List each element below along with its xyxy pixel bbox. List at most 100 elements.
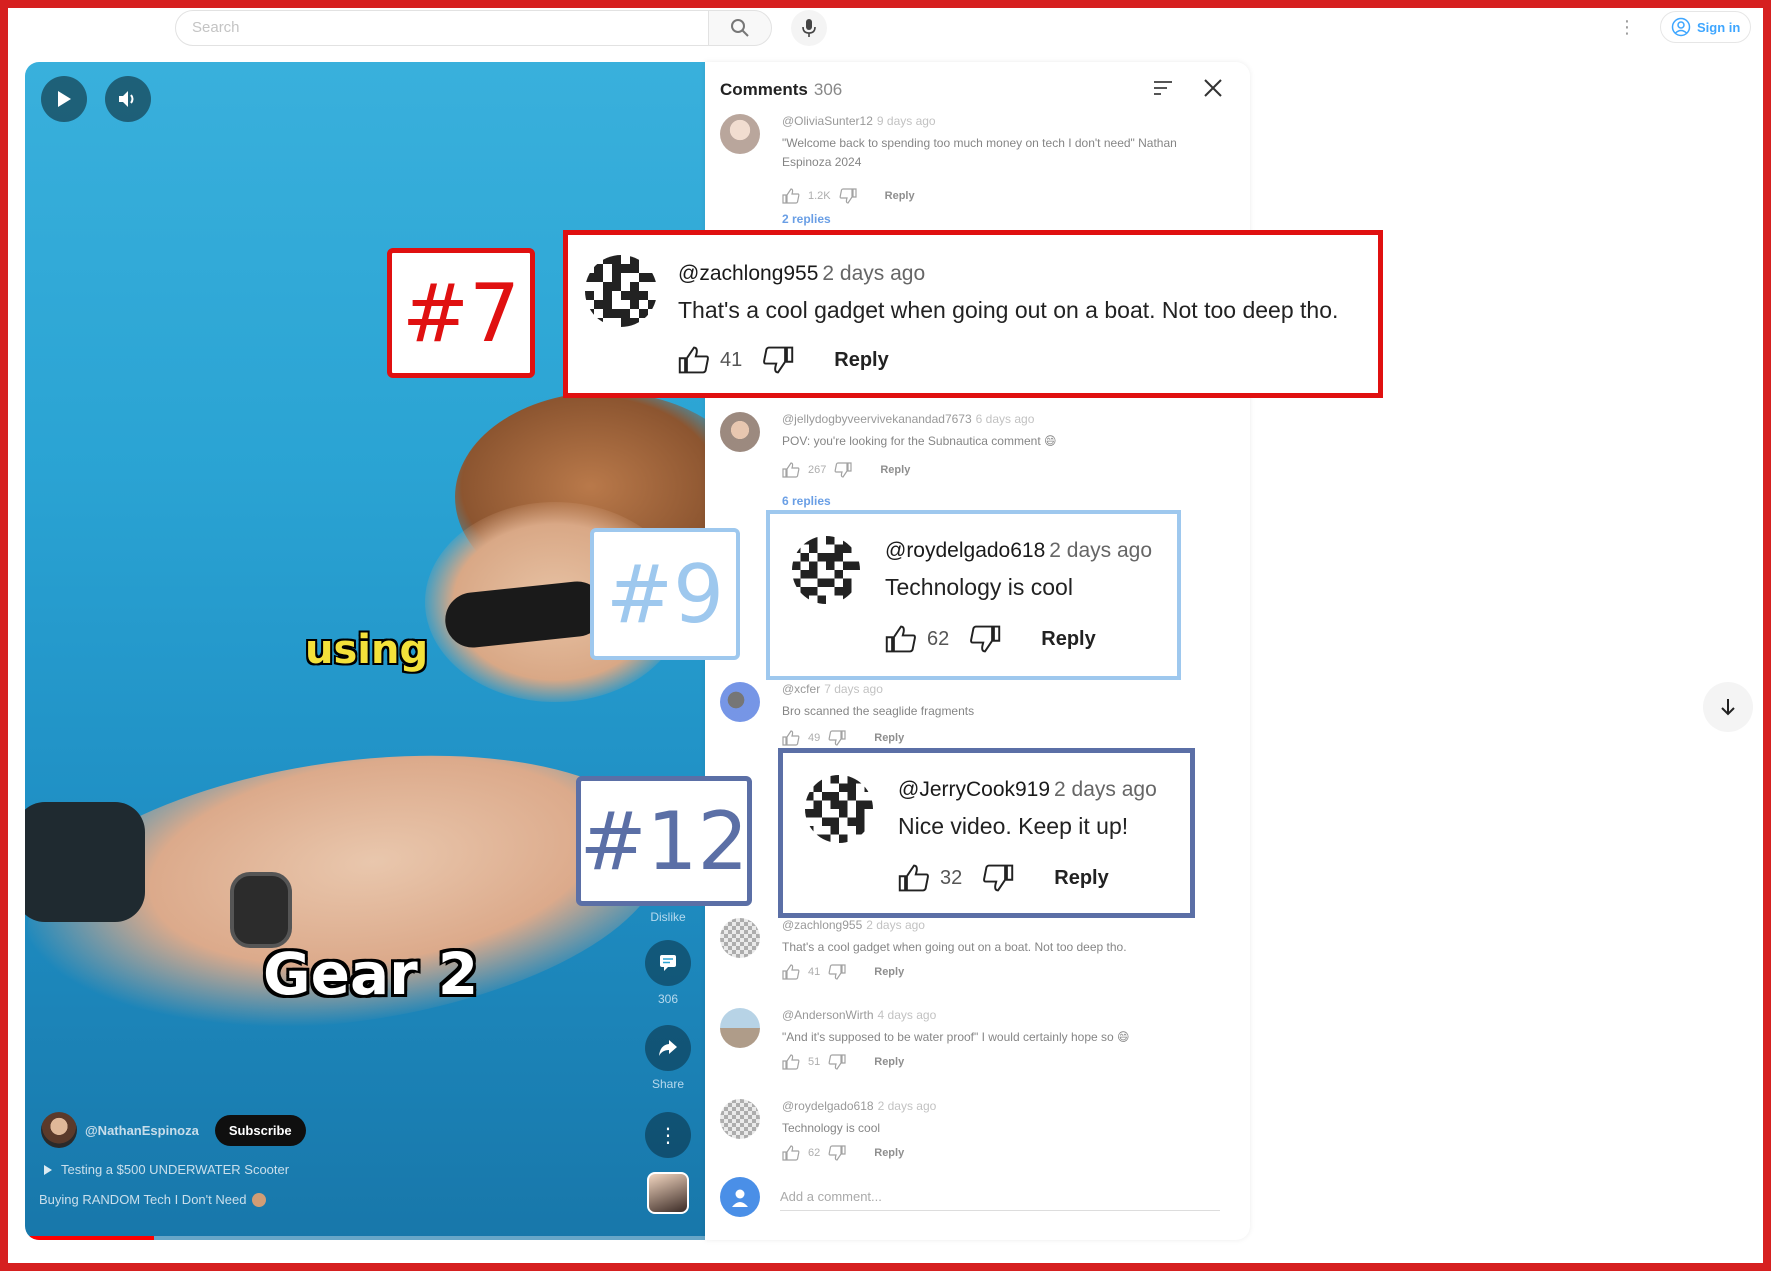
comment-text: "Welcome back to spending too much money… (782, 136, 1177, 169)
like-icon[interactable] (782, 964, 800, 980)
comment-actions: 41 Reply (678, 345, 889, 375)
reply-button[interactable]: Reply (1041, 628, 1095, 651)
search-button[interactable] (708, 10, 772, 46)
comment-avatar[interactable] (720, 1008, 760, 1048)
video-title-text: Buying RANDOM Tech I Don't Need (39, 1192, 247, 1207)
reply-button[interactable]: Reply (874, 732, 904, 744)
dislike-icon[interactable] (828, 1145, 846, 1161)
volume-icon (119, 91, 134, 107)
comment-time: 2 days ago (866, 918, 925, 932)
comment-author[interactable]: @roydelgado618 (782, 1099, 874, 1113)
emoji-icon (252, 1192, 267, 1207)
close-icon[interactable] (1201, 76, 1225, 100)
channel-row: @NathanEspinoza Subscribe (41, 1112, 306, 1148)
comment-author[interactable]: @JerryCook919 (898, 778, 1050, 801)
reply-button[interactable]: Reply (880, 464, 910, 476)
comment-avatar[interactable] (720, 1099, 760, 1139)
comment-author[interactable]: @AndersonWirth (782, 1008, 874, 1022)
comment-avatar[interactable] (720, 114, 760, 154)
view-replies-button[interactable]: 2 replies (782, 212, 831, 226)
comment-actions: 62 Reply (885, 624, 1096, 654)
comment-author[interactable]: @OliviaSunter12 (782, 114, 873, 128)
dislike-icon[interactable] (834, 462, 852, 478)
comment-avatar[interactable] (585, 255, 657, 327)
comment-avatar[interactable] (720, 412, 760, 452)
play-button[interactable] (41, 76, 87, 122)
more-actions-rail-item[interactable]: ⋮ (643, 1112, 693, 1158)
reply-button[interactable]: Reply (885, 190, 915, 202)
rank-badge-label: #9 (606, 547, 724, 641)
subscribe-button[interactable]: Subscribe (214, 1114, 306, 1146)
comment-author[interactable]: @jellydogbyveervivekanandad7673 (782, 412, 972, 426)
comment-item: @OliviaSunter12 9 days ago "Welcome back … (720, 114, 1230, 226)
search-input[interactable]: Search (175, 10, 710, 46)
comment-author[interactable]: @zachlong955 (782, 918, 862, 932)
like-count: 1.2K (808, 190, 831, 202)
share-rail-item[interactable]: Share (643, 1025, 693, 1091)
sign-in-button[interactable]: Sign in (1660, 11, 1752, 43)
like-icon[interactable] (782, 1054, 800, 1070)
comment-time: 9 days ago (876, 114, 936, 128)
dislike-rail-item[interactable]: Dislike (643, 904, 693, 924)
comment-avatar[interactable] (720, 918, 760, 958)
video-progress-bar[interactable] (25, 1236, 705, 1240)
reply-button[interactable]: Reply (1054, 867, 1108, 890)
comment-actions: 1.2K Reply (782, 188, 915, 204)
rank-badge-7: #7 (387, 248, 535, 378)
comment-text: Technology is cool (885, 574, 1073, 600)
like-icon[interactable] (898, 863, 930, 893)
more-options-icon[interactable]: ⋮ (1618, 14, 1636, 40)
view-replies-button[interactable]: 6 replies (782, 494, 831, 508)
video-caption-using: using (305, 627, 429, 673)
comments-count: 306 (657, 992, 679, 1006)
like-icon[interactable] (782, 462, 800, 478)
video-frame-scooter (25, 802, 145, 922)
like-icon[interactable] (782, 1145, 800, 1161)
comment-meta: @zachlong955 2 days ago (678, 262, 925, 286)
comments-rail-item[interactable]: 306 (643, 940, 693, 1006)
dislike-icon[interactable] (839, 188, 857, 204)
reply-button[interactable]: Reply (874, 1056, 904, 1068)
next-video-thumbnail[interactable] (647, 1172, 689, 1214)
like-icon[interactable] (782, 188, 800, 204)
dislike-icon[interactable] (828, 730, 846, 746)
like-icon[interactable] (885, 624, 917, 654)
add-comment-input[interactable]: Add a comment... (780, 1183, 1220, 1211)
channel-avatar[interactable] (41, 1112, 77, 1148)
dislike-icon[interactable] (828, 1054, 846, 1070)
dislike-icon[interactable] (828, 964, 846, 980)
like-icon[interactable] (782, 730, 800, 746)
dislike-icon[interactable] (969, 624, 1001, 654)
comments-header: Comments 306 (720, 80, 842, 100)
comment-text: POV: you're looking for the Subnautica c… (782, 434, 1057, 448)
search-icon (731, 19, 749, 37)
comment-time: 2 days ago (1049, 539, 1153, 562)
sort-icon[interactable] (1152, 78, 1174, 98)
scroll-down-button[interactable] (1703, 682, 1753, 732)
like-count: 41 (808, 966, 821, 978)
comment-meta: @jellydogbyveervivekanandad7673 6 days ag… (782, 412, 1034, 426)
voice-search-button[interactable] (791, 10, 827, 46)
account-icon (1671, 17, 1691, 37)
comment-author[interactable]: @zachlong955 (678, 262, 818, 285)
comment-avatar[interactable] (792, 536, 860, 604)
channel-name[interactable]: @NathanEspinoza (85, 1123, 199, 1138)
share-icon (645, 1025, 691, 1071)
playlist-link[interactable]: Testing a $500 UNDERWATER Scooter (43, 1162, 289, 1177)
dislike-icon[interactable] (762, 345, 794, 375)
reply-button[interactable]: Reply (874, 966, 904, 978)
video-title: Buying RANDOM Tech I Don't Need (39, 1192, 267, 1207)
dislike-icon[interactable] (982, 863, 1014, 893)
reply-button[interactable]: Reply (874, 1147, 904, 1159)
like-count: 62 (808, 1147, 821, 1159)
highlighted-comment-12: @JerryCook919 2 days ago Nice video. Keep… (778, 748, 1195, 918)
comment-author[interactable]: @roydelgado618 (885, 539, 1045, 562)
like-icon[interactable] (678, 345, 710, 375)
mute-button[interactable] (105, 76, 151, 122)
comment-item: @zachlong955 2 days ago That's a cool gad… (720, 918, 1230, 988)
comment-author[interactable]: @xcfer (782, 682, 820, 696)
reply-button[interactable]: Reply (834, 349, 888, 372)
comment-meta: @JerryCook919 2 days ago (898, 778, 1157, 802)
comment-avatar[interactable] (720, 682, 760, 722)
comment-avatar[interactable] (805, 775, 873, 843)
